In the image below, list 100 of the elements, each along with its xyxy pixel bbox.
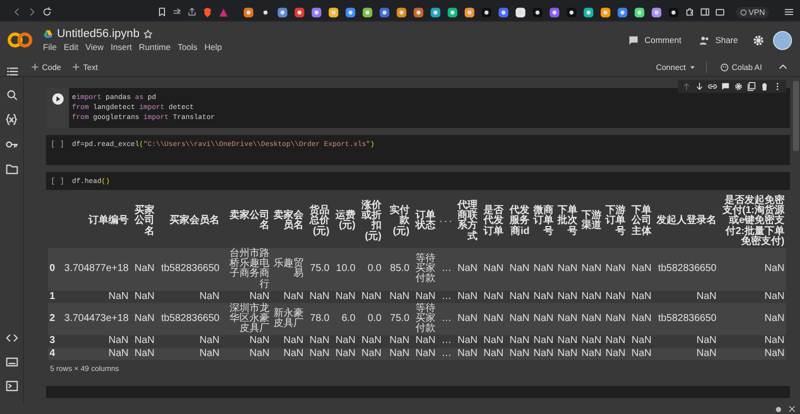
menu-item[interactable]: Runtime [138, 42, 171, 52]
table-cell: 0.0 [357, 248, 383, 291]
delete-icon[interactable] [760, 82, 769, 91]
table-cell: NaN [331, 290, 357, 303]
sidebar-icon[interactable] [700, 7, 710, 17]
extension-icon[interactable] [616, 6, 628, 18]
run-icon[interactable] [52, 93, 64, 105]
table-cell: 等待买家付款 [411, 248, 437, 291]
table-cell: 台州市路桥乐趣电子商务商行 [221, 248, 271, 291]
extension-icon[interactable] [276, 6, 288, 18]
menu-item[interactable]: Edit [64, 42, 78, 52]
globe-icon [740, 8, 747, 16]
table-cell: NaN [221, 290, 271, 303]
menu-item[interactable]: Insert [110, 42, 132, 52]
down-arrow-icon[interactable] [695, 82, 704, 91]
extension-icon[interactable] [532, 6, 543, 18]
extension-icon[interactable] [498, 6, 509, 18]
extension-icon[interactable] [412, 6, 424, 18]
table-cell: NaN [627, 248, 653, 291]
table-cell: 新永豪皮具厂 [271, 302, 305, 336]
table-cell: NaN [130, 248, 156, 291]
table-cell: NaN [479, 302, 505, 336]
notebook-title[interactable]: Untitled56.ipynb [57, 28, 140, 40]
people-icon [699, 34, 710, 46]
menu-item[interactable]: File [43, 42, 57, 52]
variables-icon[interactable] [5, 113, 18, 126]
add-code-button[interactable]: Code [27, 62, 66, 72]
table-cell: 3.704473e+18 [62, 302, 130, 336]
bookmark-icon[interactable] [157, 7, 167, 17]
extension-icon[interactable] [480, 6, 492, 18]
caret-icon [688, 64, 696, 70]
extension-icon[interactable] [294, 6, 305, 18]
code-cell[interactable] [46, 386, 790, 398]
share-button[interactable]: Share [693, 32, 744, 48]
settings-icon[interactable] [734, 82, 743, 91]
command-palette-icon[interactable] [6, 356, 18, 368]
table-cell: NaN [271, 290, 305, 303]
column-header: 卖家公司名 [221, 195, 271, 248]
settings-icon[interactable] [752, 34, 765, 46]
column-header: 订单状态 [411, 195, 437, 248]
extension-icon[interactable] [634, 6, 645, 18]
extension-icon[interactable] [446, 6, 458, 18]
table-cell: NaN [531, 290, 555, 303]
column-header: 订单编号 [62, 195, 130, 248]
vpn-button[interactable]: VPN [736, 6, 769, 18]
extension-icon[interactable] [362, 6, 373, 18]
extension-icon[interactable] [582, 6, 594, 18]
code-icon[interactable] [6, 332, 18, 344]
table-cell: 78.0 [305, 302, 331, 336]
table-cell: NaN [718, 290, 786, 303]
avatar[interactable] [773, 30, 792, 50]
extension-icon[interactable] [378, 6, 390, 18]
extension-icon[interactable] [310, 6, 322, 18]
reload-icon[interactable] [42, 7, 52, 17]
add-text-button[interactable]: Text [68, 62, 102, 72]
menu-icon[interactable] [784, 7, 794, 17]
share-icon[interactable] [172, 7, 182, 17]
colab-ai-button[interactable]: Colab AI [716, 62, 766, 72]
extension-icon[interactable] [650, 6, 662, 18]
extension-icon[interactable] [242, 6, 254, 18]
comment-icon[interactable] [721, 82, 730, 91]
drive-icon [43, 29, 53, 39]
comment-button[interactable]: Comment [622, 32, 688, 48]
table-cell: NaN [603, 248, 627, 291]
search-icon[interactable] [6, 89, 18, 101]
extension-icon[interactable] [600, 6, 611, 18]
connect-button[interactable]: Connect [652, 62, 700, 72]
table-cell: NaN [555, 348, 579, 360]
folder-icon[interactable] [6, 163, 18, 175]
triangle-icon[interactable] [218, 6, 229, 18]
link-icon[interactable] [708, 82, 717, 91]
table-cell: NaN [453, 248, 479, 291]
table-cell: NaN [603, 302, 627, 336]
table-cell: 0.0 [357, 302, 383, 336]
extension-icon[interactable] [514, 6, 526, 18]
extension-icon[interactable] [430, 6, 441, 18]
menu-item[interactable]: View [85, 42, 104, 52]
column-header: 涨价或折扣(元) [357, 195, 383, 248]
scrollbar-thumb[interactable] [793, 81, 799, 151]
table-cell: NaN [718, 348, 786, 360]
menu-item[interactable]: Help [204, 42, 222, 52]
extension-icon[interactable] [464, 6, 475, 18]
menu-item[interactable]: Tools [178, 42, 198, 52]
extension-icon[interactable] [668, 6, 679, 18]
table-cell: 乐趣贸易 [271, 248, 305, 291]
table-cell: NaN [555, 290, 579, 303]
table-cell: NaN [221, 348, 271, 360]
extension-icon[interactable] [566, 6, 577, 18]
extension-icon[interactable] [548, 6, 560, 18]
extension-icon[interactable] [344, 6, 356, 18]
close-icon[interactable] [788, 405, 796, 413]
table-cell: tb582836650 [156, 248, 221, 291]
share-icon[interactable] [187, 7, 197, 17]
terminal-icon[interactable] [6, 380, 18, 392]
extension-icon[interactable] [396, 6, 407, 18]
table-of-contents-icon[interactable] [6, 64, 18, 78]
star-icon[interactable] [143, 29, 154, 39]
table-cell: NaN [653, 290, 718, 303]
puzzle-icon[interactable] [684, 7, 695, 17]
extension-icon[interactable] [328, 6, 339, 18]
